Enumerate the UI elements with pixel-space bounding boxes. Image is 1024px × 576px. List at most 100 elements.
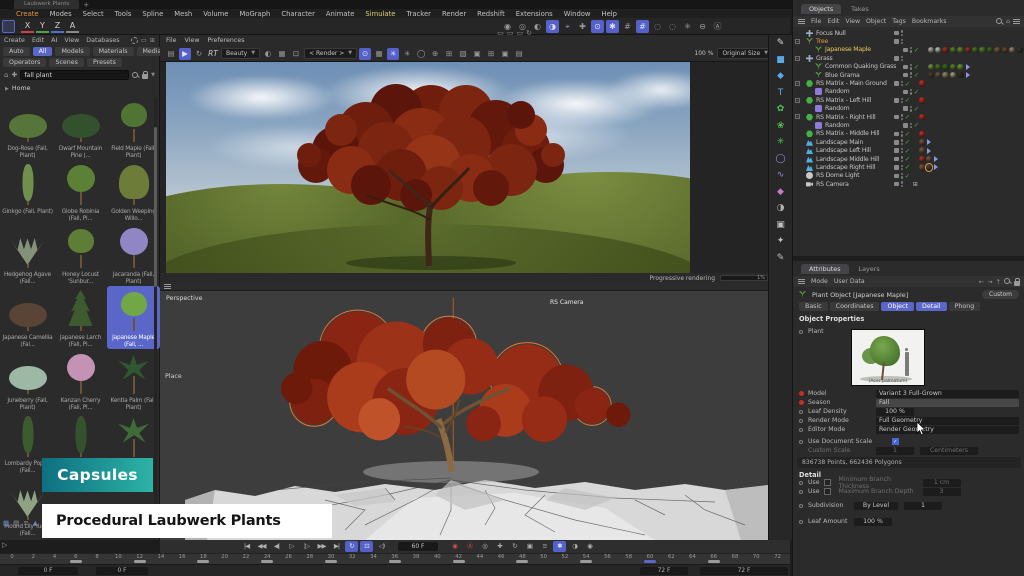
enabled-check-icon[interactable]: ✓ [905, 163, 913, 171]
transport-button[interactable]: ◀| [270, 541, 283, 552]
zoom-level[interactable]: 100 % [694, 50, 713, 57]
menu-item[interactable]: Animate [326, 10, 354, 18]
layer-toggle[interactable] [894, 98, 899, 103]
create-tool-icon[interactable]: ✎ [774, 252, 788, 264]
object-row[interactable]: − RS Matrix - Main Ground ✓ ⊞ [793, 79, 1024, 87]
size-dropdown[interactable]: Original Size▼ [717, 48, 773, 59]
filter-icon[interactable] [1013, 18, 1020, 25]
timeline-expand-icon[interactable]: ▷ [2, 541, 7, 549]
enabled-check-icon[interactable]: ✓ [905, 80, 913, 88]
menu-item[interactable]: Extensions [516, 10, 553, 18]
enabled-check-icon[interactable]: ✓ [905, 172, 913, 180]
rv-menu-view[interactable]: View [185, 37, 200, 44]
home-icon[interactable]: ⌂ [1006, 18, 1010, 25]
attr-chip[interactable]: Coordinates [830, 302, 880, 311]
object-label[interactable]: Focus Null [816, 30, 894, 37]
rv-tool-icon[interactable]: ✳ [387, 48, 399, 60]
toolbar-icon[interactable]: ⊙ [591, 20, 604, 33]
transport-button[interactable]: ↻ [508, 541, 521, 552]
object-label[interactable]: Landscape Main [816, 139, 894, 146]
plant-asset[interactable]: Japanese Camellia (Fal... [1, 286, 54, 349]
create-tool-icon[interactable]: ▣ [774, 219, 788, 231]
param-dot[interactable] [799, 520, 803, 524]
lock-icon[interactable] [142, 74, 148, 79]
plant-asset[interactable]: Field Maple (Fall, Plant) [107, 97, 160, 160]
toolbar-icon[interactable]: # [621, 20, 634, 33]
enabled-check-icon[interactable]: ✓ [914, 46, 922, 54]
breadcrumb[interactable]: ▶Home [0, 82, 159, 95]
visibility-dots[interactable] [901, 139, 903, 145]
attr-tab[interactable]: Layers [851, 264, 888, 274]
object-label[interactable]: Blue Grama [825, 72, 903, 79]
search-input[interactable] [20, 70, 129, 80]
transport-button[interactable]: |▷ [300, 541, 313, 552]
layer-toggle[interactable] [903, 123, 908, 128]
plant-asset[interactable]: Dwarf Mountain Pine (... [54, 97, 107, 160]
layer-toggle[interactable] [894, 31, 899, 36]
menu-item[interactable]: Render [442, 10, 466, 18]
transport-button[interactable]: ◎ [478, 541, 491, 552]
menu-item[interactable]: Modes [50, 10, 72, 18]
layer-toggle[interactable] [903, 106, 908, 111]
menu-item[interactable]: Spline [142, 10, 163, 18]
menu-item[interactable]: Simulate [365, 10, 395, 18]
object-row[interactable]: − Grass ✓ ⊞ [793, 54, 1024, 62]
menu-item[interactable]: Help [602, 10, 618, 18]
object-row[interactable]: − Landscape Main ✓ ⊞ [793, 138, 1024, 146]
tag-flag-icon[interactable] [927, 139, 931, 145]
rv-tool-icon[interactable]: ▣ [471, 48, 483, 60]
plant-asset[interactable]: Juneberry (Fall, Plant) [1, 349, 54, 412]
plant-asset[interactable]: Kentia Palm (Fall, Plant) [107, 349, 160, 412]
visibility-dots[interactable] [910, 64, 912, 70]
object-label[interactable]: Landscape Right Hill [816, 164, 894, 171]
toolbar-icon[interactable]: ◑ [546, 20, 559, 33]
ab-category-tab[interactable]: Scenes [49, 58, 83, 67]
transport-button[interactable]: ◀◀ [255, 541, 268, 552]
object-label[interactable]: RS Dome Light [816, 172, 894, 179]
editor-mode-dropdown[interactable]: Render Geometry [876, 426, 1019, 434]
param-dot[interactable] [799, 330, 803, 334]
layer-toggle[interactable] [894, 148, 899, 153]
object-row[interactable]: − Random ✓ ⊞ [793, 88, 1024, 96]
axis-lock-button[interactable]: A [66, 20, 79, 33]
range-start-field[interactable]: 0 F [96, 567, 148, 575]
visibility-dots[interactable] [901, 30, 903, 36]
create-tool-icon[interactable]: ∿ [774, 169, 788, 181]
visibility-dots[interactable] [901, 81, 903, 87]
transport-button[interactable]: ◁) [375, 541, 388, 552]
axis-lock-button[interactable]: Z [51, 20, 64, 33]
create-tool-icon[interactable]: ✳ [774, 136, 788, 148]
menu-item[interactable]: Character [281, 10, 315, 18]
tag-flag-icon[interactable] [934, 164, 938, 170]
layer-toggle[interactable] [894, 132, 899, 137]
create-tool-icon[interactable]: ◯ [774, 153, 788, 165]
object-label[interactable]: RS Matrix - Left Hill [816, 97, 894, 104]
om-tab[interactable]: Objects [801, 4, 841, 14]
rv-tool-icon[interactable]: ◯ [415, 48, 427, 60]
layer-toggle[interactable] [903, 90, 908, 95]
plant-asset[interactable]: Japanese Larch (Fall, Pl... [54, 286, 107, 349]
layer-toggle[interactable] [894, 39, 899, 44]
ab-scrollbar[interactable] [154, 97, 157, 537]
param-dot[interactable] [799, 410, 803, 414]
om-menu-bookmarks[interactable]: Bookmarks [912, 18, 947, 25]
attr-tab[interactable]: Attributes [801, 264, 849, 274]
document-tab[interactable]: Laubwerk Plants [14, 0, 79, 9]
enabled-check-icon[interactable]: ✓ [905, 130, 913, 138]
attr-chip[interactable]: Phong [949, 302, 981, 311]
attr-chip[interactable]: Basic [799, 302, 828, 311]
forward-icon[interactable]: → [987, 278, 992, 286]
search-icon[interactable] [996, 18, 1003, 25]
object-label[interactable]: RS Matrix - Middle Hill [816, 130, 894, 137]
ab-footer-icon[interactable]: ≡ [23, 519, 28, 527]
material-tags[interactable] [919, 164, 933, 170]
ab-filter-tab[interactable]: Auto [3, 47, 30, 56]
tag-flag-icon[interactable] [927, 148, 931, 154]
new-tab-button[interactable]: + [83, 1, 89, 9]
om-tab[interactable]: Takes [843, 4, 877, 14]
transport-button[interactable]: ◑ [568, 541, 581, 552]
layer-toggle[interactable] [894, 115, 899, 120]
toolbar-icon[interactable]: ⊖ [696, 20, 709, 33]
object-label[interactable]: RS Camera [816, 181, 894, 188]
menu-item[interactable]: MoGraph [239, 10, 270, 18]
